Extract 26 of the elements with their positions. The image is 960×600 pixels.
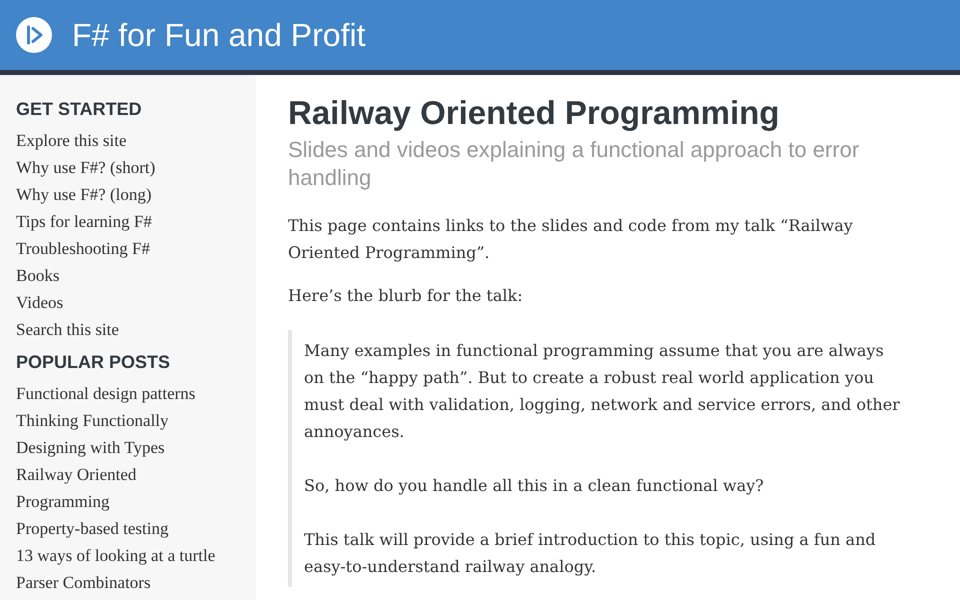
quote-paragraph: So, how do you handle all this in a clean functional way? [304,475,765,497]
sidebar-link[interactable]: Why use F#? (short) [16,154,226,181]
sidebar-link[interactable]: Books [16,262,226,289]
sidebar-link[interactable]: Parser Combinators [16,569,226,596]
sidebar-link[interactable]: Property-based testing [16,515,226,542]
sidebar-link[interactable]: Search this site [16,316,226,343]
sidebar-heading: POPULAR POSTS [16,351,172,374]
sidebar-link[interactable]: Railway Oriented Programming [16,461,226,515]
quote-paragraph: Many examples in functional programming assume that you are always on the “happy path”. But to create a robust real world application you must deal with validation, logging, network and service errors, and other annoyances. [304,340,901,443]
sidebar-link[interactable]: Explore this site [16,127,226,154]
sidebar-link[interactable]: Thinking Functionally [16,407,226,434]
sidebar-link[interactable]: Tips for learning F# [16,208,226,235]
logo-icon[interactable] [16,17,52,53]
sidebar-link[interactable]: Designing with Types [16,434,226,461]
paragraph: Here’s the blurb for the talk: [288,285,524,307]
sidebar-link[interactable]: 13 ways of looking at a turtle [16,542,226,569]
site-title[interactable]: F# for Fun and Profit [72,16,366,54]
article-subtitle: Slides and videos explaining a functional approach to error handling [288,136,860,192]
sidebar-link[interactable]: Troubleshooting F# [16,235,226,262]
sidebar-link[interactable]: Functional design patterns [16,380,226,407]
paragraph: This page contains links to the slides and code from my talk “Railway Oriented Programming”. [288,215,854,264]
sidebar-heading: GET STARTED [16,98,143,121]
article-title: Railway Oriented Programming [288,95,780,131]
sidebar-link[interactable]: Why use F#? (long) [16,181,226,208]
sidebar-link[interactable]: Videos [16,289,226,316]
quote-paragraph: This talk will provide a brief introduction to this topic, using a fun and easy-to-understand railway analogy. [304,529,877,578]
